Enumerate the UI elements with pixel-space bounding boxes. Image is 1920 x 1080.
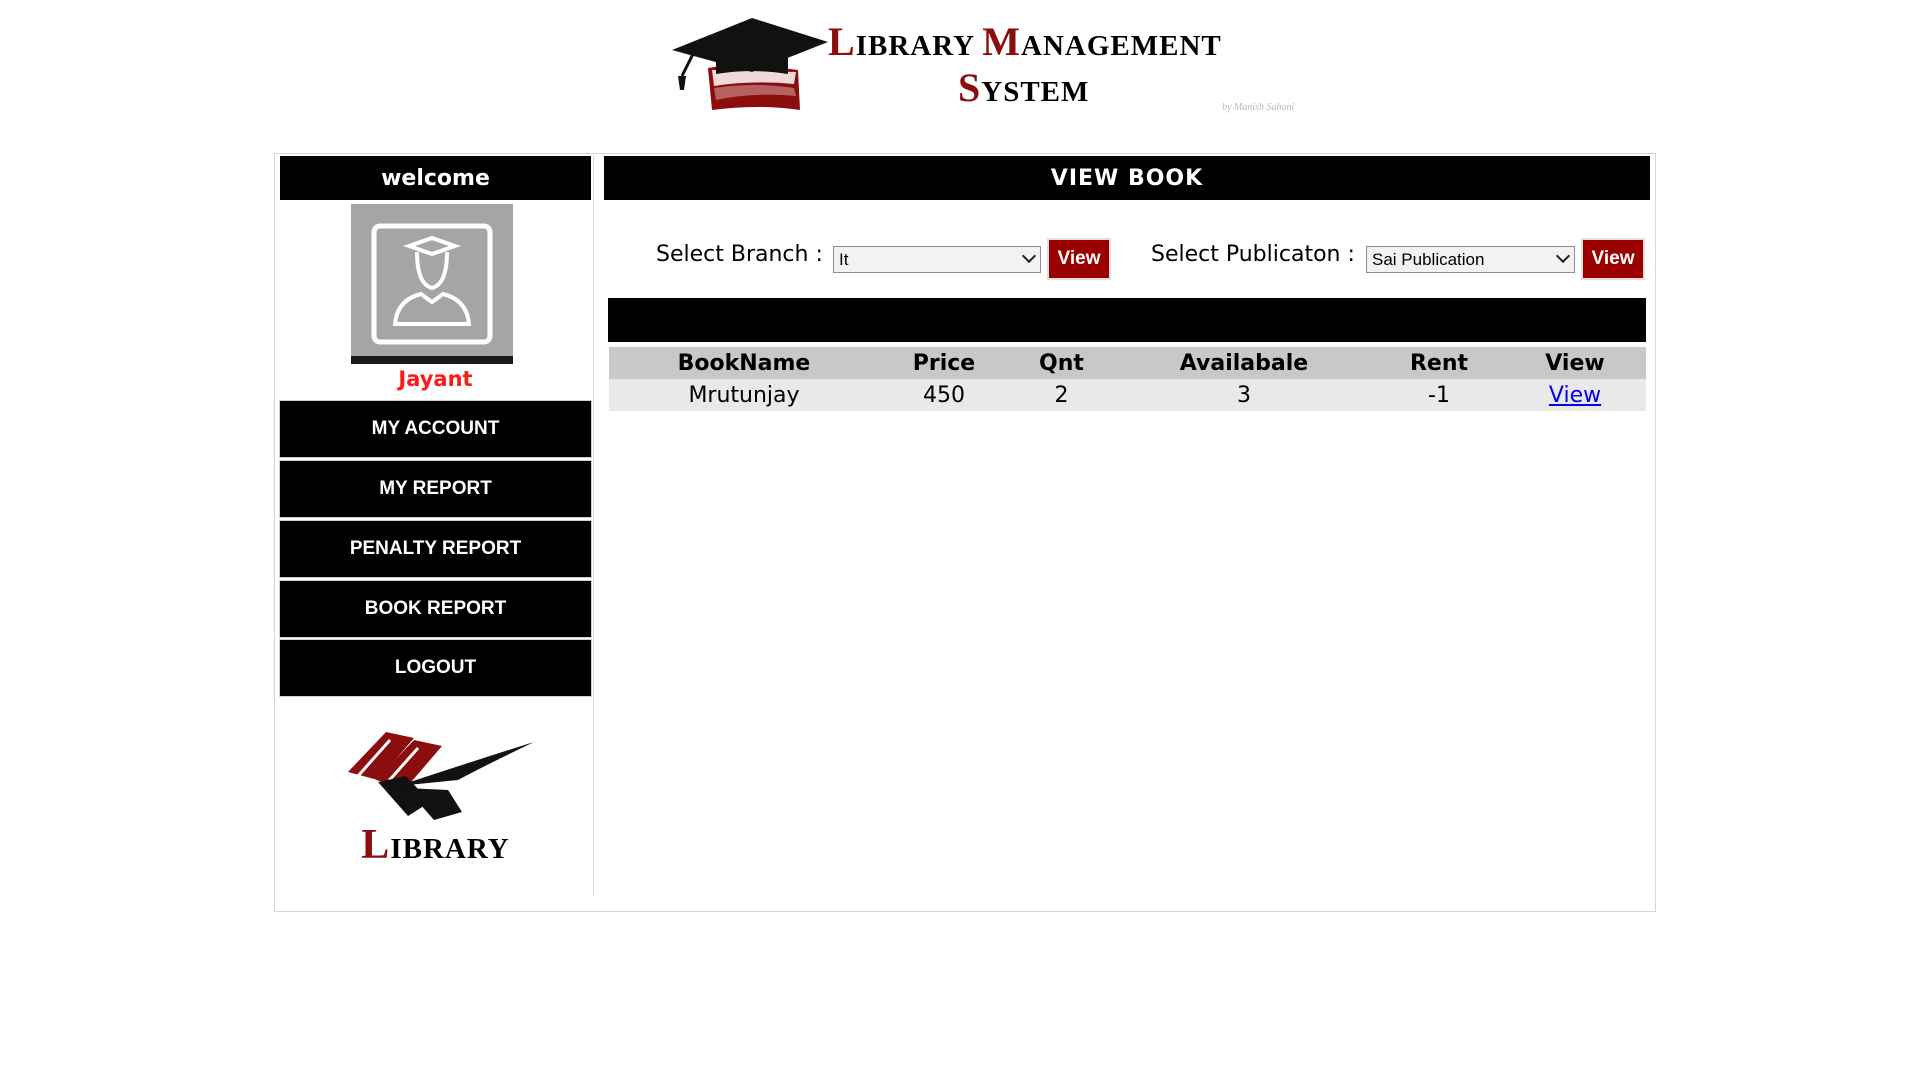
book-report-button[interactable]: BOOK REPORT [280,581,591,637]
main-panel: VIEW BOOK Select Branch : It View Select… [604,156,1652,896]
avatar-watermark-strip [351,356,513,364]
user-name: Jayant [398,367,473,391]
logout-button[interactable]: LOGOUT [280,640,591,696]
my-report-button[interactable]: MY REPORT [280,461,591,517]
title-text-anagement: ANAGEMENT [1021,30,1222,62]
cell-available: 3 [1114,379,1374,411]
publication-view-button[interactable]: View [1583,240,1643,278]
title-cap-l: L [828,19,856,64]
book-table: BookName Price Qnt Availabale Rent View … [609,347,1646,411]
welcome-heading: welcome [280,156,591,200]
library-books-logo-icon [348,732,534,820]
table-row: Mrutunjay 450 2 3 -1 View [609,379,1646,411]
sidebar: welcome Jayant MY ACCOUNT MY REPORT PENA… [278,156,594,896]
library-cap-l: L [361,822,391,868]
cell-book-name: Mrutunjay [609,379,879,411]
column-header-price: Price [879,347,1009,379]
column-header-rent: Rent [1374,347,1504,379]
column-header-available: Availabale [1114,347,1374,379]
my-account-button[interactable]: MY ACCOUNT [280,401,591,457]
column-header-bookname: BookName [609,347,879,379]
title-text-ibrary: IBRARY [855,30,983,62]
table-header-row: BookName Price Qnt Availabale Rent View [609,347,1646,379]
penalty-report-button[interactable]: PENALTY REPORT [280,521,591,577]
app-title-line-1: LIBRARY MANAGEMENT [828,18,1222,65]
avatar [351,204,513,364]
publication-label: Select Publicaton : [1151,242,1355,267]
branch-view-button[interactable]: View [1049,240,1109,278]
publication-select[interactable]: Sai Publication [1366,246,1575,273]
title-cap-s: S [958,65,982,110]
page-header: LIBRARY MANAGEMENT SYSTEM by Manish Saha… [0,0,1920,130]
cell-view: View [1504,379,1646,411]
author-byline: by Manish Sahani [1222,102,1295,113]
title-text-ystem: YSTEM [981,76,1090,108]
column-header-view: View [1504,347,1646,379]
app-title-line-2: SYSTEM [958,64,1089,111]
branch-select-value: It [839,249,849,269]
library-logo-text: LIBRARY [280,821,591,869]
title-cap-m: M [982,19,1022,64]
results-header-bar [608,298,1646,342]
publication-select-value: Sai Publication [1372,249,1485,269]
graduation-cap-books-icon [672,18,828,110]
chevron-down-icon [1555,248,1571,264]
cell-qnt: 2 [1009,379,1114,411]
cell-rent: -1 [1374,379,1504,411]
page-title: VIEW BOOK [604,156,1650,200]
branch-label: Select Branch : [656,242,823,267]
user-graduate-icon [371,223,493,345]
cell-price: 450 [879,379,1009,411]
library-text-ibrary: IBRARY [390,833,510,865]
view-book-link[interactable]: View [1549,383,1601,408]
chevron-down-icon [1021,248,1037,264]
column-header-qnt: Qnt [1009,347,1114,379]
content-frame: welcome Jayant MY ACCOUNT MY REPORT PENA… [274,153,1656,912]
branch-select[interactable]: It [833,246,1041,273]
